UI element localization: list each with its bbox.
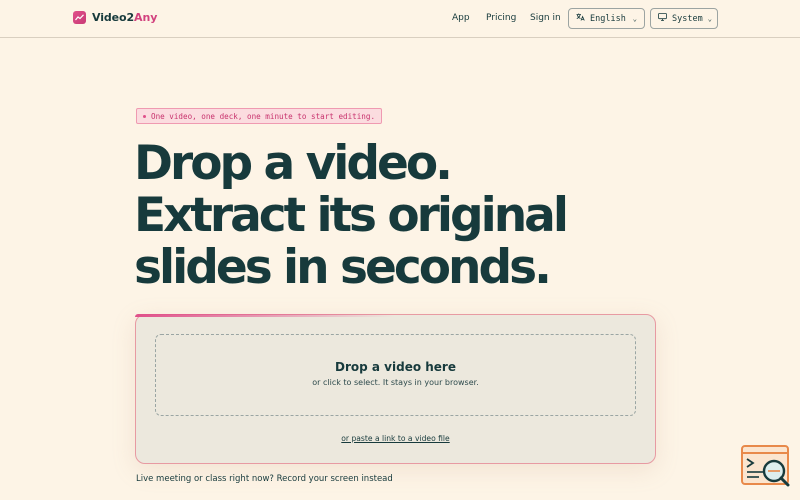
tagline-text: One video, one deck, one minute to start… (151, 111, 376, 121)
language-label: English (590, 13, 626, 24)
chevron-down-icon: ⌄ (632, 14, 637, 23)
upload-card: Drop a video here or click to select. It… (135, 314, 656, 464)
tagline-badge: One video, one deck, one minute to start… (136, 108, 383, 124)
hero-line-1: Drop a video. (134, 136, 453, 191)
theme-select[interactable]: System ⌄ (650, 8, 718, 29)
translate-icon (576, 13, 585, 24)
hero-headline: Drop a video. Extract its original slide… (134, 136, 569, 295)
slides-search-icon[interactable] (741, 445, 791, 487)
nav-link-pricing[interactable]: Pricing (486, 13, 516, 23)
hero-line-3: slides in seconds. (134, 240, 552, 295)
dropzone-subtitle: or click to select. It stays in your bro… (312, 378, 479, 387)
hero-line-2: Extract its original (134, 188, 569, 243)
chart-logo-icon (73, 11, 86, 24)
brand-link[interactable]: Video2Any (73, 11, 157, 24)
theme-label: System (672, 13, 703, 24)
chevron-down-icon: ⌄ (707, 14, 712, 23)
paste-link-button[interactable]: or paste a link to a video file (136, 434, 655, 443)
nav-link-app[interactable]: App (452, 13, 470, 23)
nav-link-sign-in[interactable]: Sign in (530, 13, 561, 23)
site-header: Video2Any App Pricing Sign in English ⌄ … (0, 0, 800, 38)
record-screen-link[interactable]: Live meeting or class right now? Record … (136, 474, 393, 484)
dropzone-title: Drop a video here (335, 360, 456, 374)
brand-name: Video2Any (92, 11, 158, 24)
dot-icon (143, 114, 146, 118)
monitor-icon (658, 13, 667, 24)
language-select[interactable]: English ⌄ (568, 8, 645, 29)
video-dropzone[interactable]: Drop a video here or click to select. It… (155, 334, 636, 416)
